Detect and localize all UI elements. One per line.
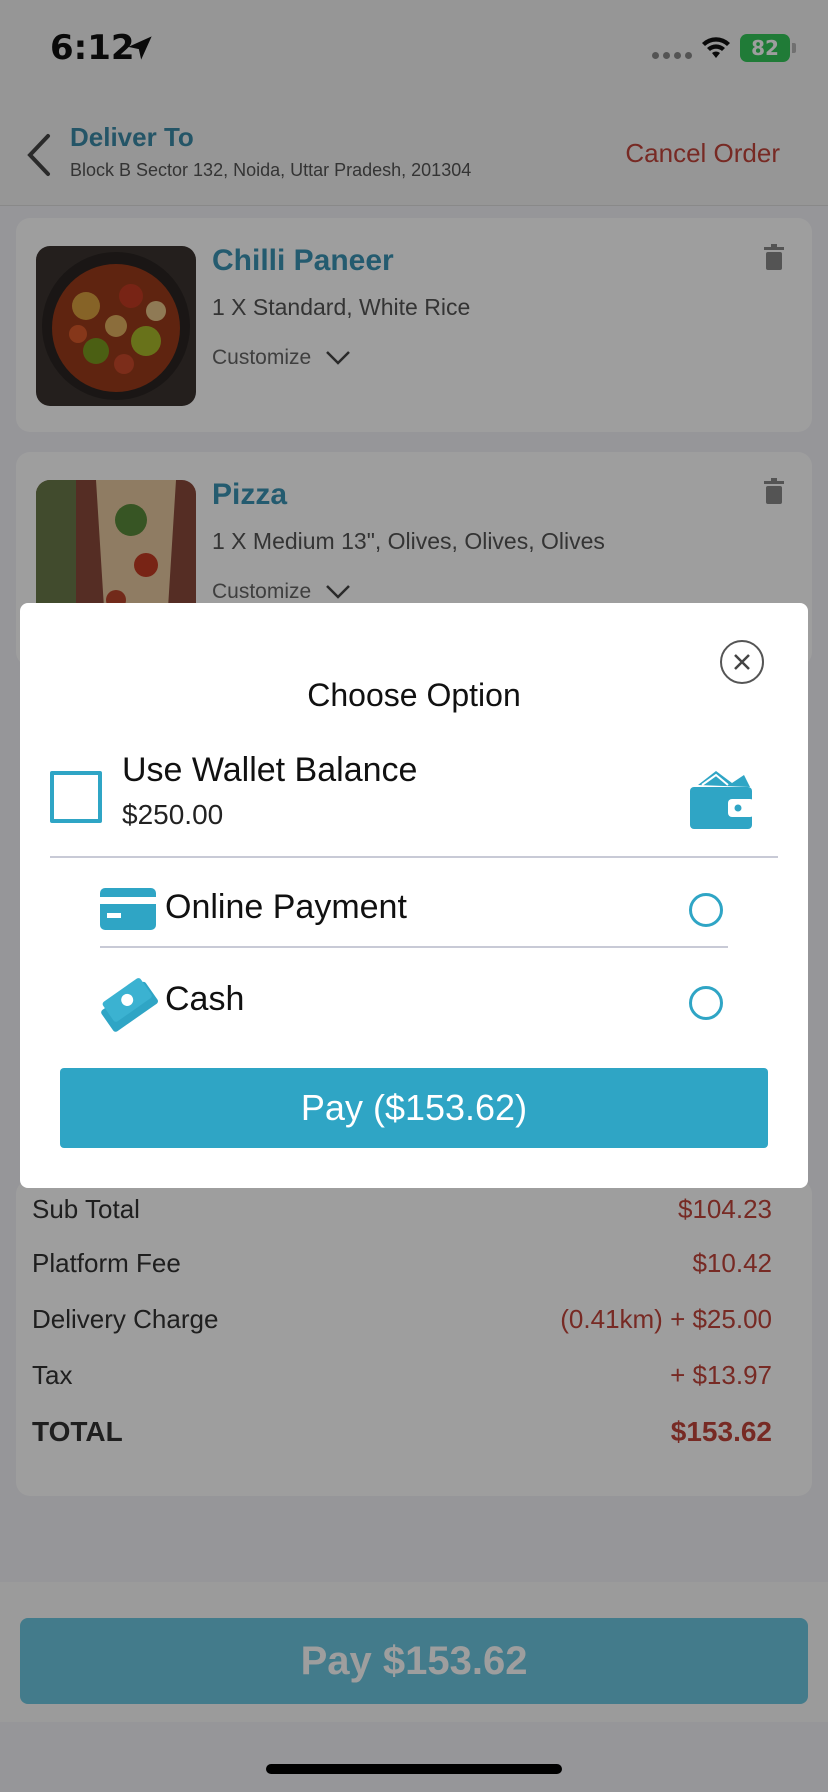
wallet-checkbox[interactable] — [50, 771, 102, 823]
home-indicator — [266, 1764, 562, 1774]
wallet-icon — [690, 771, 754, 829]
cash-label: Cash — [165, 980, 245, 1018]
credit-card-icon — [100, 888, 156, 930]
divider — [50, 856, 778, 858]
cash-icon — [101, 978, 158, 1032]
modal-title: Choose Option — [307, 677, 521, 713]
online-payment-label: Online Payment — [165, 888, 407, 926]
wallet-amount: $250.00 — [122, 799, 224, 830]
divider — [100, 946, 728, 948]
cash-option[interactable]: Cash — [100, 976, 760, 1046]
close-icon — [734, 654, 750, 670]
online-payment-radio[interactable] — [689, 893, 723, 927]
choose-option-modal: Choose Option Use Wallet Balance $250.00… — [20, 603, 808, 1188]
wallet-label[interactable]: Use Wallet Balance — [122, 751, 417, 790]
modal-pay-button[interactable]: Pay ($153.62) — [60, 1068, 768, 1148]
online-payment-option[interactable]: Online Payment — [100, 880, 760, 950]
cash-radio[interactable] — [689, 986, 723, 1020]
